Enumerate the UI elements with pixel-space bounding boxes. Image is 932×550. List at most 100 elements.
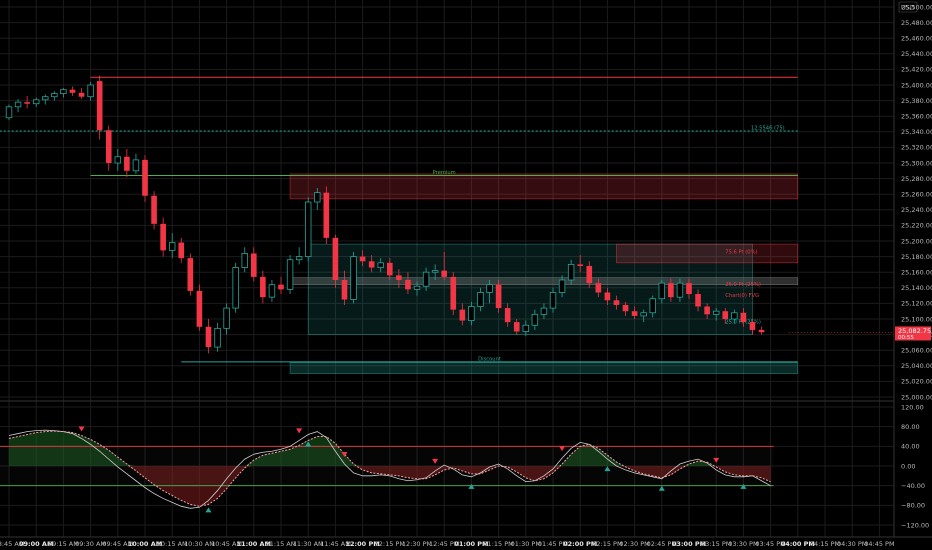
candle-body: [241, 253, 248, 268]
candle-body: [495, 284, 502, 309]
level-label: 12.5546 (75): [751, 126, 785, 132]
candle-body: [540, 307, 548, 315]
time-axis[interactable]: 08:45 AM09:00 AM09:15 AM09:30 AM09:45 AM…: [0, 540, 895, 548]
candle-body: [604, 292, 611, 301]
price-axis[interactable]: USD25,000.0025,020.0025,040.0025,060.002…: [898, 1, 932, 529]
candle-body: [14, 101, 22, 108]
candle-body: [51, 93, 58, 98]
candle-body: [668, 283, 674, 298]
zone-label: 25.0 Pt (25%): [725, 282, 761, 288]
candle-body: [32, 99, 40, 105]
level-label: Discount: [478, 356, 501, 362]
candle-body: [749, 322, 756, 330]
price-tick-label: 25,140.00: [901, 284, 932, 292]
price-tick-label: 25,300.00: [901, 159, 932, 167]
candle-body: [377, 262, 384, 268]
candle-body: [260, 276, 266, 298]
candle-body: [413, 285, 421, 290]
candle-body: [422, 271, 430, 287]
candle-body: [124, 156, 130, 171]
candle-body: [304, 201, 312, 257]
chart-canvas[interactable]: 75.6 Pt (0%)25.0 Pt (25%)Chart(0) FVG25.…: [0, 0, 932, 550]
price-tick-label: 25,240.00: [901, 206, 932, 214]
price-tick-label: 25,500.00: [901, 3, 932, 11]
price-tick-label: 25,380.00: [901, 97, 932, 105]
price-tick-label: 25,420.00: [901, 66, 932, 74]
last-price-tag: 25,082.7500:55: [788, 326, 931, 341]
price-tick-label: 25,400.00: [901, 81, 932, 89]
price-tick-label: 25,100.00: [901, 315, 932, 323]
price-tick-label: 25,280.00: [901, 175, 932, 183]
candle-body: [250, 253, 257, 277]
price-zone: [289, 277, 799, 285]
time-tick-label: 03:30 PM: [728, 540, 758, 548]
time-tick-label: 01:30 PM: [511, 540, 541, 548]
price-tick-label: 25,000.00: [901, 393, 932, 401]
price-tick-label: 25,120.00: [901, 300, 932, 308]
candle-body: [522, 324, 530, 332]
time-tick-label: 03:15 PM: [701, 540, 731, 548]
candle-body: [558, 279, 566, 293]
osc-tick-label: 0.00: [901, 462, 915, 470]
candle-body: [740, 312, 747, 323]
trading-chart[interactable]: 75.6 Pt (0%) 25.0 Pt (25%) Chart(0) FVG 25.…: [0, 0, 932, 550]
candle-body: [268, 284, 276, 298]
candle-body: [486, 284, 493, 293]
price-zone: [616, 243, 799, 264]
candle-body: [196, 290, 203, 327]
price-tick-label: 25,220.00: [901, 222, 932, 230]
candle-body: [513, 322, 520, 332]
candle-body: [341, 280, 348, 300]
osc-tick-label: −40.00: [901, 482, 925, 490]
price-zone: [289, 173, 799, 200]
candle-body: [5, 106, 13, 119]
candle-body: [549, 292, 557, 309]
time-tick-label: 02:30 PM: [619, 540, 649, 548]
candle-body: [758, 329, 765, 333]
candle-body: [567, 263, 575, 281]
time-tick-label: 02:15 PM: [592, 540, 622, 548]
zone-label: 75.6 Pt (0%): [725, 249, 757, 255]
price-tick-label: 25,360.00: [901, 113, 932, 121]
price-tick-label: 25,180.00: [901, 253, 932, 261]
candle-body: [24, 102, 30, 104]
sell-marker: [78, 426, 85, 432]
candle-body: [712, 310, 720, 315]
osc-tick-label: 120.00: [901, 403, 924, 411]
candle-body: [613, 300, 620, 305]
candle-body: [640, 312, 647, 317]
level-label: Premium: [433, 170, 456, 176]
candle-body: [704, 306, 710, 315]
candle-body: [42, 96, 49, 101]
candle-body: [114, 156, 122, 164]
zones: 75.6 Pt (0%)25.0 Pt (25%)Chart(0) FVG25.…: [289, 173, 799, 374]
time-tick-label: 01:15 PM: [483, 540, 513, 548]
candle-body: [459, 309, 466, 321]
candle-body: [441, 270, 448, 277]
candle-body: [78, 92, 85, 97]
time-tick-label: 04:30 PM: [837, 540, 867, 548]
candle-body: [232, 267, 239, 309]
candle-body: [531, 313, 539, 326]
price-tick-label: 25,340.00: [901, 128, 932, 136]
price-tick-label: 25,040.00: [901, 362, 932, 370]
candle-body: [214, 327, 221, 348]
candle-body: [69, 89, 76, 93]
price-tick-label: 25,260.00: [901, 191, 932, 199]
price-tick-label: 25,320.00: [901, 144, 932, 152]
price-tick-label: 25,160.00: [901, 269, 932, 277]
price-tick-label: 25,060.00: [901, 347, 932, 355]
candle-body: [178, 242, 185, 259]
candle-body: [731, 312, 738, 320]
candle-body: [314, 192, 321, 203]
candle-body: [168, 242, 176, 251]
osc-tick-label: −120.00: [901, 521, 929, 529]
zone-label: Chart(0) FVG: [725, 293, 759, 299]
osc-tick-label: −80.00: [901, 502, 925, 510]
candle-body: [396, 275, 402, 280]
candle-body: [350, 256, 357, 300]
candle-body: [142, 159, 148, 196]
candle-body: [87, 84, 94, 98]
osc-tick-label: 80.00: [901, 423, 920, 431]
candle-body: [468, 306, 475, 321]
